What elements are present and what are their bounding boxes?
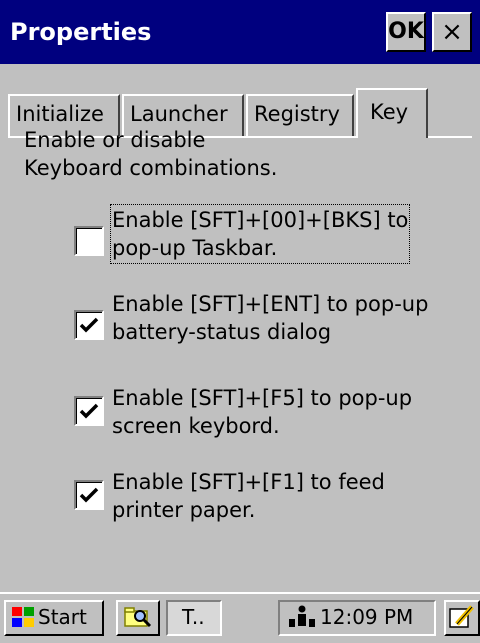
option-label-line: screen keybord. — [112, 414, 280, 438]
checkbox-taskbar-popup[interactable] — [74, 226, 104, 256]
checkmark-icon — [79, 487, 99, 503]
ok-button[interactable]: OK — [386, 12, 426, 52]
title-bar: Properties OK × — [0, 0, 480, 64]
checkbox-feed-paper[interactable] — [74, 480, 104, 510]
windows-logo-icon — [12, 607, 34, 627]
checkmark-icon — [79, 403, 99, 419]
option-label-line: printer paper. — [112, 498, 256, 522]
option-label-line: Enable [SFT]+[00]+[BKS] to — [112, 208, 409, 232]
description-line: Keyboard combinations. — [24, 156, 278, 180]
clock[interactable]: 12:09 PM — [320, 602, 413, 632]
pen-input-icon — [449, 605, 474, 628]
network-status-icon — [289, 605, 315, 627]
option-label-line: Enable [SFT]+[F5] to pop-up — [112, 386, 413, 410]
option-label-line: battery-status dialog — [112, 320, 332, 344]
tab-key[interactable]: Key — [356, 88, 428, 138]
system-tray: 12:09 PM — [278, 600, 436, 636]
task-button[interactable]: T.. — [166, 600, 222, 636]
option-label[interactable]: Enable [SFT]+[ENT] to pop-up battery-sta… — [112, 290, 428, 346]
folder-search-icon — [124, 607, 152, 628]
option-label[interactable]: Enable [SFT]+[F1] to feed printer paper. — [112, 468, 385, 524]
start-button[interactable]: Start — [4, 600, 104, 636]
close-button[interactable]: × — [432, 12, 472, 52]
option-label-line: Enable [SFT]+[ENT] to pop-up — [112, 292, 429, 316]
explorer-button[interactable] — [116, 600, 160, 636]
task-label: T.. — [182, 605, 205, 629]
taskbar: Start T.. 12:09 PM — [0, 592, 480, 643]
checkbox-battery-status[interactable] — [74, 310, 104, 340]
option-label-line: Enable [SFT]+[F1] to feed — [112, 470, 385, 494]
close-icon: × — [441, 17, 463, 47]
checkmark-icon — [79, 317, 99, 333]
description-line: Enable or disable — [24, 128, 206, 152]
window-title: Properties — [10, 18, 152, 46]
checkbox-screen-keyboard[interactable] — [74, 396, 104, 426]
description: Enable or disable Keyboard combinations. — [24, 126, 277, 182]
input-panel-button[interactable] — [444, 600, 480, 636]
option-label-line: pop-up Taskbar. — [112, 236, 278, 260]
option-label[interactable]: Enable [SFT]+[00]+[BKS] to pop-up Taskba… — [109, 204, 411, 264]
option-label[interactable]: Enable [SFT]+[F5] to pop-up screen keybo… — [112, 384, 412, 440]
start-label: Start — [38, 605, 87, 629]
